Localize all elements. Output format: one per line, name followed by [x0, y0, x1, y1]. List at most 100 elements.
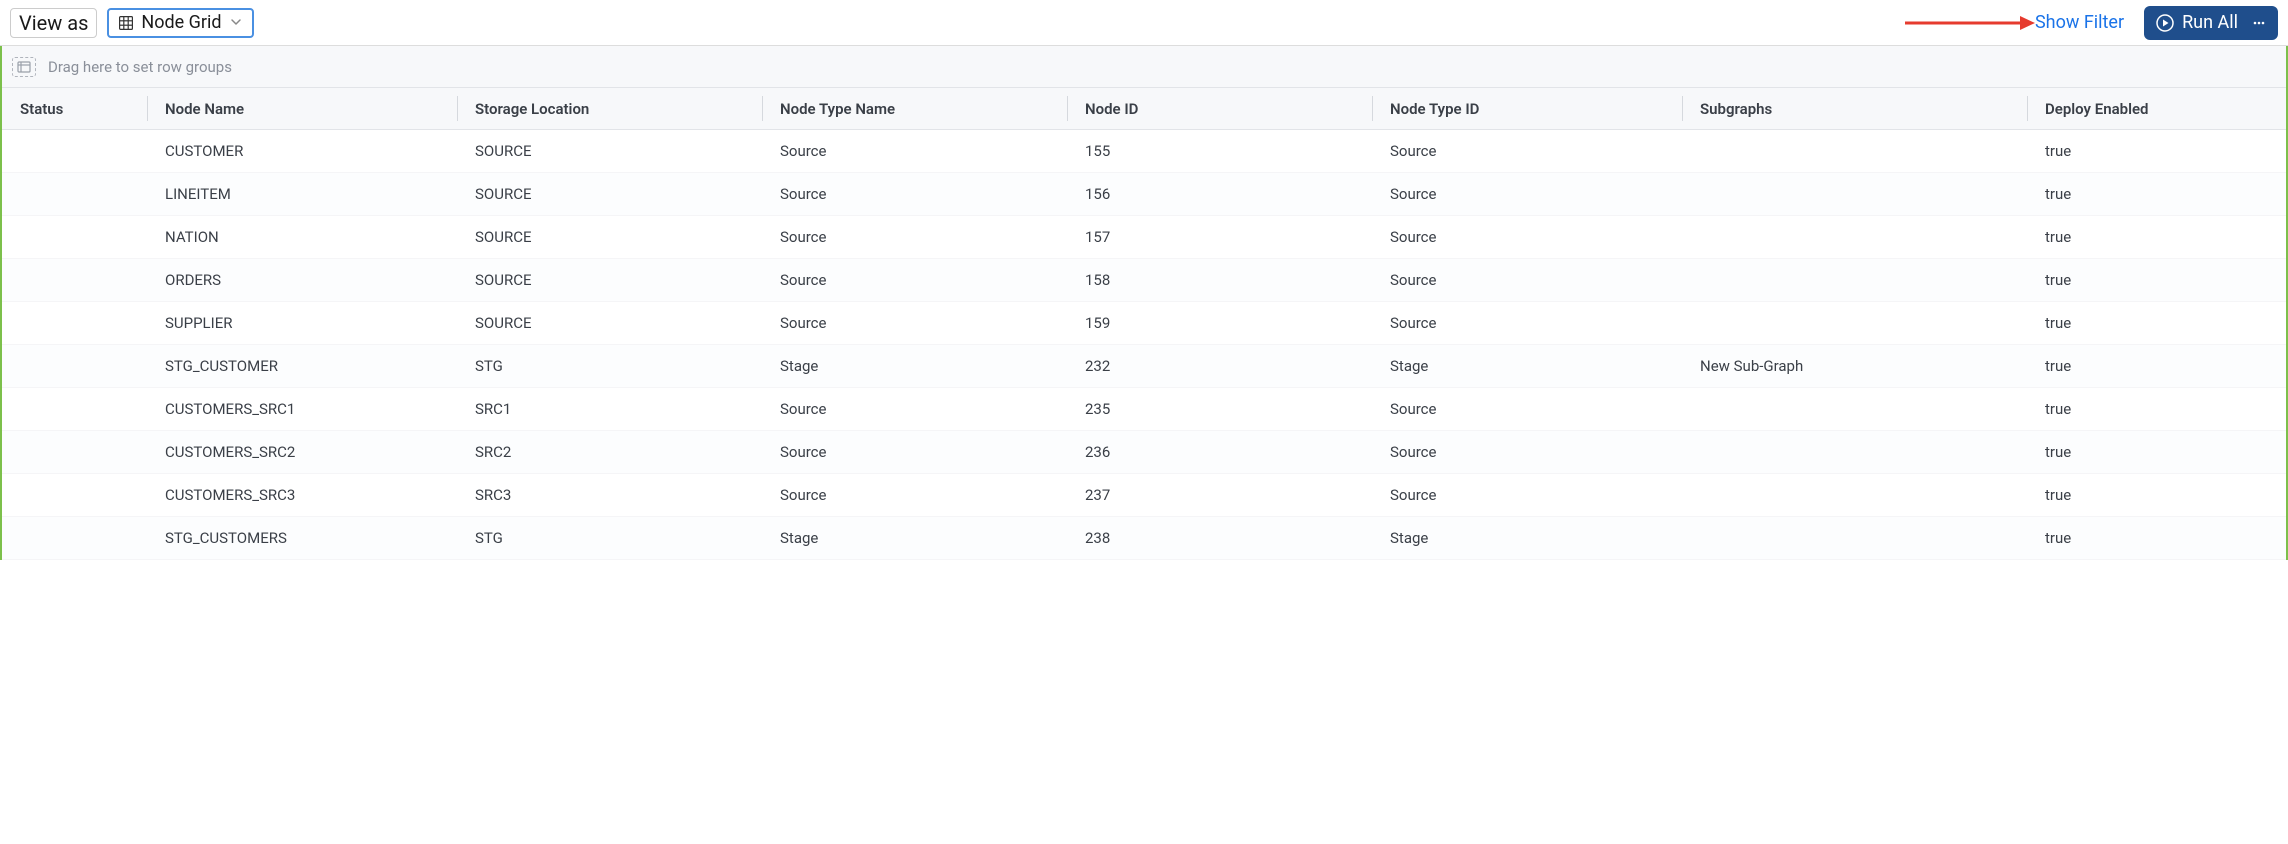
grid-header-row: Status Node Name Storage Location Node T…	[2, 88, 2286, 130]
cell-node-id: 236	[1067, 431, 1372, 473]
top-toolbar: View as Node Grid Show Filter	[0, 0, 2288, 46]
cell-node-type-id: Source	[1372, 130, 1682, 172]
table-row[interactable]: STG_CUSTOMERSTGStage232StageNew Sub-Grap…	[2, 345, 2286, 388]
row-group-dropzone[interactable]: Drag here to set row groups	[2, 46, 2286, 88]
cell-subgraphs	[1682, 259, 2027, 301]
node-grid: Drag here to set row groups Status Node …	[0, 46, 2288, 560]
table-row[interactable]: CUSTOMERSOURCESource155Sourcetrue	[2, 130, 2286, 173]
cell-subgraphs	[1682, 302, 2027, 344]
col-header-node-name[interactable]: Node Name	[147, 88, 457, 129]
cell-node-id: 237	[1067, 474, 1372, 516]
cell-node-type-name: Source	[762, 173, 1067, 215]
cell-node-id: 159	[1067, 302, 1372, 344]
table-row[interactable]: CUSTOMERS_SRC2SRC2Source236Sourcetrue	[2, 431, 2286, 474]
cell-deploy-enabled: true	[2027, 302, 2286, 344]
view-as-label: View as	[10, 8, 97, 38]
cell-node-type-id: Source	[1372, 216, 1682, 258]
table-row[interactable]: CUSTOMERS_SRC1SRC1Source235Sourcetrue	[2, 388, 2286, 431]
cell-status	[2, 173, 147, 215]
cell-status	[2, 517, 147, 559]
cell-node-id: 232	[1067, 345, 1372, 387]
cell-node-name: CUSTOMER	[147, 130, 457, 172]
cell-node-type-name: Source	[762, 302, 1067, 344]
cell-node-id: 235	[1067, 388, 1372, 430]
col-header-node-type-id[interactable]: Node Type ID	[1372, 88, 1682, 129]
cell-node-type-name: Stage	[762, 345, 1067, 387]
cell-node-type-id: Source	[1372, 173, 1682, 215]
col-header-status[interactable]: Status	[2, 88, 147, 129]
cell-status	[2, 431, 147, 473]
cell-status	[2, 302, 147, 344]
cell-deploy-enabled: true	[2027, 173, 2286, 215]
cell-deploy-enabled: true	[2027, 216, 2286, 258]
cell-storage-location: SOURCE	[457, 173, 762, 215]
col-header-deploy-enabled[interactable]: Deploy Enabled	[2027, 88, 2286, 129]
cell-node-type-name: Source	[762, 431, 1067, 473]
toolbar-left: View as Node Grid	[10, 8, 254, 38]
cell-subgraphs	[1682, 173, 2027, 215]
cell-node-type-id: Source	[1372, 431, 1682, 473]
col-header-subgraphs[interactable]: Subgraphs	[1682, 88, 2027, 129]
cell-status	[2, 345, 147, 387]
cell-status	[2, 259, 147, 301]
cell-status	[2, 130, 147, 172]
cell-subgraphs	[1682, 431, 2027, 473]
cell-node-name: STG_CUSTOMER	[147, 345, 457, 387]
cell-node-type-id: Source	[1372, 388, 1682, 430]
col-header-storage-location[interactable]: Storage Location	[457, 88, 762, 129]
table-row[interactable]: CUSTOMERS_SRC3SRC3Source237Sourcetrue	[2, 474, 2286, 517]
cell-node-name: CUSTOMERS_SRC2	[147, 431, 457, 473]
cell-storage-location: SRC1	[457, 388, 762, 430]
cell-node-name: STG_CUSTOMERS	[147, 517, 457, 559]
cell-node-type-name: Source	[762, 130, 1067, 172]
ellipsis-icon[interactable]	[2252, 16, 2266, 30]
grid-icon	[119, 16, 133, 30]
cell-node-type-id: Source	[1372, 474, 1682, 516]
cell-node-name: LINEITEM	[147, 173, 457, 215]
cell-deploy-enabled: true	[2027, 259, 2286, 301]
cell-deploy-enabled: true	[2027, 345, 2286, 387]
cell-node-name: NATION	[147, 216, 457, 258]
cell-deploy-enabled: true	[2027, 388, 2286, 430]
run-all-button[interactable]: Run All	[2144, 6, 2278, 40]
table-row[interactable]: SUPPLIERSOURCESource159Sourcetrue	[2, 302, 2286, 345]
row-group-placeholder: Drag here to set row groups	[48, 58, 232, 76]
cell-status	[2, 388, 147, 430]
play-circle-icon	[2156, 14, 2174, 32]
cell-subgraphs: New Sub-Graph	[1682, 345, 2027, 387]
cell-storage-location: SOURCE	[457, 302, 762, 344]
cell-node-id: 156	[1067, 173, 1372, 215]
table-row[interactable]: STG_CUSTOMERSSTGStage238Stagetrue	[2, 517, 2286, 560]
col-header-node-type-name[interactable]: Node Type Name	[762, 88, 1067, 129]
cell-subgraphs	[1682, 216, 2027, 258]
chevron-down-icon	[230, 13, 242, 32]
cell-node-name: CUSTOMERS_SRC3	[147, 474, 457, 516]
cell-node-name: SUPPLIER	[147, 302, 457, 344]
col-header-node-id[interactable]: Node ID	[1067, 88, 1372, 129]
cell-subgraphs	[1682, 388, 2027, 430]
cell-status	[2, 216, 147, 258]
cell-subgraphs	[1682, 130, 2027, 172]
show-filter-link[interactable]: Show Filter	[2035, 12, 2124, 33]
cell-storage-location: STG	[457, 517, 762, 559]
table-row[interactable]: ORDERSSOURCESource158Sourcetrue	[2, 259, 2286, 302]
cell-node-id: 155	[1067, 130, 1372, 172]
cell-node-type-id: Stage	[1372, 345, 1682, 387]
cell-deploy-enabled: true	[2027, 431, 2286, 473]
table-row[interactable]: NATIONSOURCESource157Sourcetrue	[2, 216, 2286, 259]
cell-storage-location: SRC2	[457, 431, 762, 473]
cell-storage-location: STG	[457, 345, 762, 387]
cell-node-id: 157	[1067, 216, 1372, 258]
cell-node-type-name: Source	[762, 216, 1067, 258]
cell-node-type-id: Source	[1372, 302, 1682, 344]
cell-storage-location: SOURCE	[457, 259, 762, 301]
cell-node-type-name: Source	[762, 259, 1067, 301]
group-rows-icon	[12, 57, 36, 77]
view-as-value: Node Grid	[141, 12, 221, 33]
cell-node-type-id: Source	[1372, 259, 1682, 301]
cell-subgraphs	[1682, 517, 2027, 559]
view-as-select[interactable]: Node Grid	[107, 8, 253, 38]
cell-node-type-name: Stage	[762, 517, 1067, 559]
table-row[interactable]: LINEITEMSOURCESource156Sourcetrue	[2, 173, 2286, 216]
cell-node-type-id: Stage	[1372, 517, 1682, 559]
